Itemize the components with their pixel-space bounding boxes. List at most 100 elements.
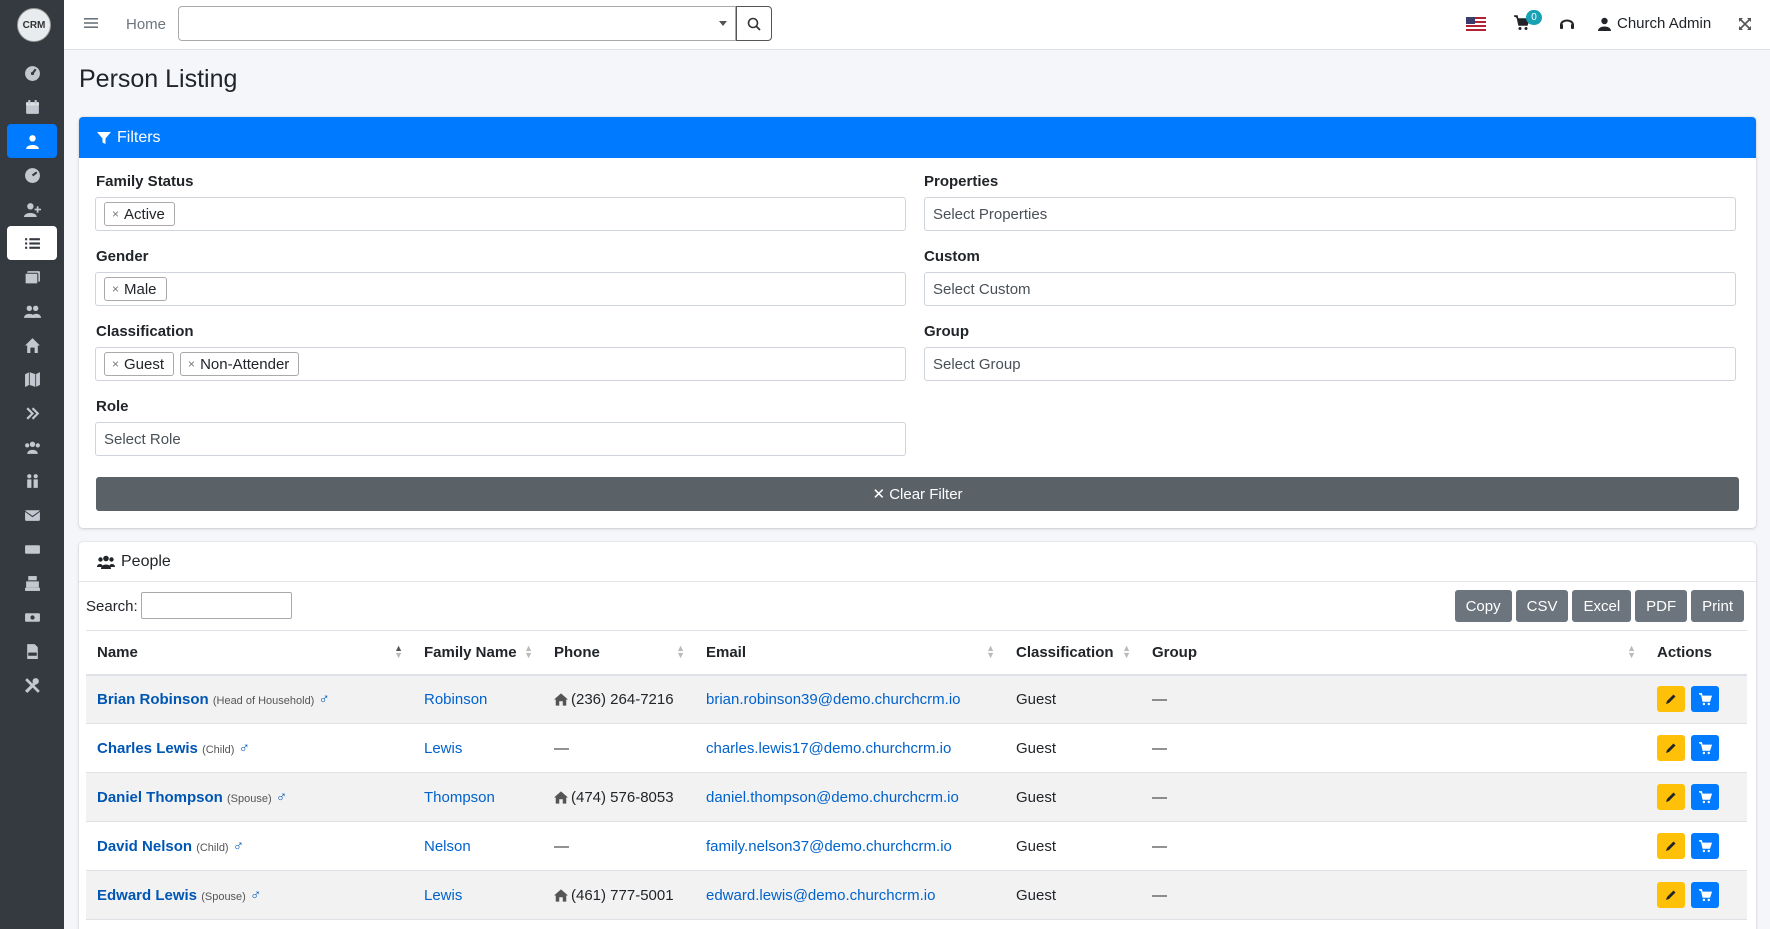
sidebar-item-people[interactable] [7,294,57,328]
copy-button[interactable]: Copy [1454,590,1512,622]
user-plus-icon [23,202,41,217]
sidebar-item-list[interactable] [7,226,57,260]
group-select[interactable]: Select Group [924,347,1736,381]
person-name-link[interactable]: Edward Lewis [97,887,197,904]
hamburger-menu-icon[interactable] [84,16,98,30]
pdf-button[interactable]: PDF [1635,590,1688,622]
envelope-icon [24,509,40,521]
clear-filter-button[interactable]: ✕ Clear Filter [96,477,1739,511]
column-header-group[interactable]: Group ▲ ▼ [1141,630,1646,676]
phone-number: (461) 777-5001 [571,886,674,904]
sidebar-item-add-person[interactable] [7,192,57,226]
sort-icon: ▲ ▼ [394,643,403,660]
column-header-email[interactable]: Email ▲ ▼ [695,630,1005,676]
family-name-link[interactable]: Lewis [424,887,462,904]
family-name-link[interactable]: Robinson [424,691,487,708]
filters-header[interactable]: Filters [79,117,1756,158]
table-search-input[interactable] [141,592,292,619]
nav-home-link[interactable]: Home [126,16,166,33]
edit-button[interactable] [1657,882,1685,908]
family-name-link[interactable]: Thompson [424,789,495,806]
global-search-select[interactable] [178,6,736,41]
global-search-button[interactable] [736,6,772,41]
male-icon: ♂ [275,788,288,806]
person-name-link[interactable]: Daniel Thompson [97,789,223,806]
fullscreen-icon[interactable] [1738,17,1752,31]
user-menu[interactable]: Church Admin [1598,15,1711,32]
email-link[interactable]: charles.lewis17@demo.churchcrm.io [706,740,951,757]
sort-icon: ▲ ▼ [986,643,995,660]
email-link[interactable]: edward.lewis@demo.churchcrm.io [706,887,935,904]
sidebar-item-fundraiser[interactable] [7,566,57,600]
person-name-link[interactable]: Charles Lewis [97,740,198,757]
email-link[interactable]: family.nelson37@demo.churchcrm.io [706,838,952,855]
sidebar-item-kids[interactable] [7,464,57,498]
sidebar-item-email[interactable] [7,498,57,532]
column-header-family-name[interactable]: Family Name ▲ ▼ [413,630,543,676]
column-header-name[interactable]: Name ▲ ▼ [86,630,413,676]
dashboard-icon [24,65,40,81]
group-value: — [1152,837,1167,855]
sidebar-item-gauge[interactable] [7,158,57,192]
sidebar-item-finance[interactable] [7,600,57,634]
csv-button[interactable]: CSV [1515,590,1569,622]
sidebar-item-map[interactable] [7,362,57,396]
sidebar: CRM [0,0,64,929]
edit-button[interactable] [1657,784,1685,810]
headset-icon[interactable] [1559,16,1575,32]
add-to-cart-button[interactable] [1691,686,1719,713]
family-status-select[interactable]: × Active [95,197,906,231]
properties-label: Properties [924,173,999,190]
sidebar-item-calendar[interactable] [7,90,57,124]
sidebar-item-more[interactable] [7,396,57,430]
angle-double-right-icon [25,406,39,420]
cell-family: Robinson [413,674,543,724]
us-flag-icon[interactable] [1466,17,1486,31]
edit-button[interactable] [1657,686,1685,713]
classification-select[interactable]: × Guest × Non-Attender [95,347,906,381]
column-header-phone[interactable]: Phone ▲ ▼ [543,630,695,676]
filter-tag[interactable]: × Guest [104,352,175,376]
photos-icon [24,270,40,284]
remove-tag-icon[interactable]: × [112,357,119,371]
properties-select[interactable]: Select Properties [924,197,1736,231]
sidebar-item-person[interactable] [7,124,57,158]
column-header-classification[interactable]: Classification ▲ ▼ [1005,630,1141,676]
print-button[interactable]: Print [1691,590,1744,622]
person-name-link[interactable]: David Nelson [97,838,192,855]
add-to-cart-button[interactable] [1691,833,1719,859]
sidebar-item-dashboard[interactable] [7,56,57,90]
pencil-icon [1666,694,1676,705]
sidebar-item-admin[interactable] [7,668,57,702]
cell-group: — [1141,821,1646,871]
add-to-cart-button[interactable] [1691,735,1719,761]
sidebar-item-events[interactable] [7,532,57,566]
gender-select[interactable]: × Male [95,272,906,306]
sidebar-item-photos[interactable] [7,260,57,294]
person-name-link[interactable]: Brian Robinson [97,691,209,708]
add-to-cart-button[interactable] [1691,784,1719,810]
email-link[interactable]: brian.robinson39@demo.churchcrm.io [706,691,961,708]
filter-tag[interactable]: × Non-Attender [180,352,300,376]
custom-select[interactable]: Select Custom [924,272,1736,306]
family-name-link[interactable]: Lewis [424,740,462,757]
filter-tag[interactable]: × Male [104,277,167,301]
excel-button[interactable]: Excel [1572,590,1632,622]
app-logo[interactable]: CRM [17,8,51,42]
family-name-link[interactable]: Nelson [424,838,471,855]
remove-tag-icon[interactable]: × [112,207,119,221]
remove-tag-icon[interactable]: × [112,282,119,296]
sidebar-item-groups[interactable] [7,430,57,464]
edit-button[interactable] [1657,735,1685,761]
remove-tag-icon[interactable]: × [188,357,195,371]
sidebar-item-reports[interactable] [7,634,57,668]
classification-value: Guest [1016,886,1057,904]
role-select[interactable]: Select Role [95,422,906,456]
add-to-cart-button[interactable] [1691,882,1719,908]
filter-tag[interactable]: × Active [104,202,175,226]
cell-actions [1646,821,1747,871]
edit-button[interactable] [1657,833,1685,859]
sidebar-item-families[interactable] [7,328,57,362]
email-link[interactable]: daniel.thompson@demo.churchcrm.io [706,789,959,806]
export-buttons: Copy CSV Excel PDF Print [1454,590,1744,622]
